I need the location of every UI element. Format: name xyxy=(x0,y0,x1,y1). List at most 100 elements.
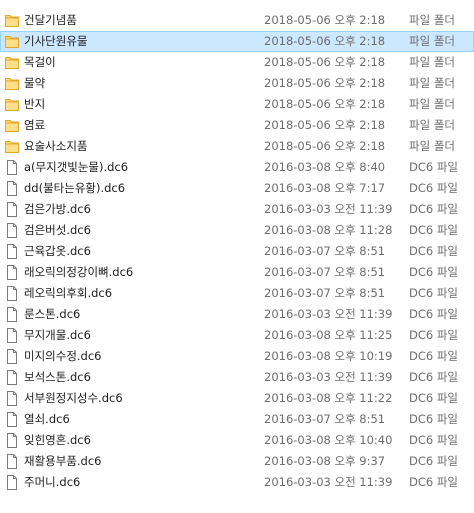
file-row[interactable]: 미지의수정.dc6 2016-03-08 오후 10:19 DC6 파일 xyxy=(0,346,474,367)
file-date-modified: 2016-03-08 오후 10:40 xyxy=(264,433,393,447)
file-icon xyxy=(5,328,19,343)
file-name: 건달기념품 xyxy=(24,13,77,27)
file-list: 건달기념품 2018-05-06 오후 2:18 파일 폴더 기사단원유물 20… xyxy=(0,10,474,493)
file-row[interactable]: 물약 2018-05-06 오후 2:18 파일 폴더 xyxy=(0,73,474,94)
folder-icon xyxy=(5,76,19,91)
file-type: 파일 폴더 xyxy=(409,139,455,153)
file-row[interactable]: a(무지갯빛눈물).dc6 2016-03-08 오후 8:40 DC6 파일 xyxy=(0,157,474,178)
file-type: 파일 폴더 xyxy=(409,97,455,111)
file-date-modified: 2018-05-06 오후 2:18 xyxy=(264,118,386,132)
file-icon xyxy=(5,286,19,301)
file-name: 염료 xyxy=(24,118,46,132)
folder-icon xyxy=(5,139,19,154)
file-name: 기사단원유물 xyxy=(24,34,88,48)
file-date-modified: 2016-03-08 오후 10:19 xyxy=(264,349,393,363)
file-date-modified: 2018-05-06 오후 2:18 xyxy=(264,13,386,27)
file-icon xyxy=(5,307,19,322)
file-name: 래오릭의정강이뼈.dc6 xyxy=(24,265,134,279)
file-row[interactable]: 레오릭의후회.dc6 2016-03-07 오후 8:51 DC6 파일 xyxy=(0,283,474,304)
file-row[interactable]: 잊힌영혼.dc6 2016-03-08 오후 10:40 DC6 파일 xyxy=(0,430,474,451)
file-icon xyxy=(5,349,19,364)
file-date-modified: 2016-03-07 오후 8:51 xyxy=(264,265,386,279)
file-date-modified: 2016-03-08 오후 11:25 xyxy=(264,328,393,342)
file-row[interactable]: 서부원정지성수.dc6 2016-03-08 오후 11:22 DC6 파일 xyxy=(0,388,474,409)
file-row[interactable]: 래오릭의정강이뼈.dc6 2016-03-07 오후 8:51 DC6 파일 xyxy=(0,262,474,283)
file-date-modified: 2016-03-03 오전 11:39 xyxy=(264,202,393,216)
file-type: DC6 파일 xyxy=(409,328,459,342)
file-date-modified: 2016-03-03 오전 11:39 xyxy=(264,475,393,489)
file-row[interactable]: 반지 2018-05-06 오후 2:18 파일 폴더 xyxy=(0,94,474,115)
file-date-modified: 2018-05-06 오후 2:18 xyxy=(264,55,386,69)
file-type: DC6 파일 xyxy=(409,307,459,321)
file-icon xyxy=(5,412,19,427)
file-type: DC6 파일 xyxy=(409,475,459,489)
file-row[interactable]: 재활용부품.dc6 2016-03-08 오후 9:37 DC6 파일 xyxy=(0,451,474,472)
file-icon xyxy=(5,202,19,217)
file-icon xyxy=(5,244,19,259)
file-type: DC6 파일 xyxy=(409,244,459,258)
file-type: 파일 폴더 xyxy=(409,118,455,132)
file-type: DC6 파일 xyxy=(409,223,459,237)
file-row[interactable]: 목걸이 2018-05-06 오후 2:18 파일 폴더 xyxy=(0,52,474,73)
file-icon xyxy=(5,160,19,175)
file-name: 근육갑옷.dc6 xyxy=(24,244,91,258)
file-name: 검은버섯.dc6 xyxy=(24,223,91,237)
file-type: DC6 파일 xyxy=(409,349,459,363)
file-type: DC6 파일 xyxy=(409,370,459,384)
file-date-modified: 2016-03-08 오후 11:28 xyxy=(264,223,393,237)
file-icon xyxy=(5,454,19,469)
file-icon xyxy=(5,265,19,280)
file-row[interactable]: 요술사소지품 2018-05-06 오후 2:18 파일 폴더 xyxy=(0,136,474,157)
file-row[interactable]: 열쇠.dc6 2016-03-07 오후 8:51 DC6 파일 xyxy=(0,409,474,430)
file-name: 재활용부품.dc6 xyxy=(24,454,102,468)
file-date-modified: 2016-03-08 오후 7:17 xyxy=(264,181,386,195)
file-name: 룬스톤.dc6 xyxy=(24,307,81,321)
file-name: 열쇠.dc6 xyxy=(24,412,70,426)
file-date-modified: 2016-03-07 오후 8:51 xyxy=(264,244,386,258)
file-row[interactable]: 근육갑옷.dc6 2016-03-07 오후 8:51 DC6 파일 xyxy=(0,241,474,262)
file-name: dd(불타는유황).dc6 xyxy=(24,181,126,195)
file-icon xyxy=(5,223,19,238)
file-date-modified: 2016-03-07 오후 8:51 xyxy=(264,412,386,426)
file-type: 파일 폴더 xyxy=(409,76,455,90)
file-date-modified: 2016-03-03 오전 11:39 xyxy=(264,370,393,384)
file-type: 파일 폴더 xyxy=(409,13,455,27)
file-type: DC6 파일 xyxy=(409,454,459,468)
file-date-modified: 2018-05-06 오후 2:18 xyxy=(264,97,386,111)
file-type: DC6 파일 xyxy=(409,181,459,195)
file-type: 파일 폴더 xyxy=(409,34,455,48)
file-name: 주머니.dc6 xyxy=(24,475,81,489)
file-row[interactable]: 염료 2018-05-06 오후 2:18 파일 폴더 xyxy=(0,115,474,136)
file-name: 목걸이 xyxy=(24,55,56,69)
file-date-modified: 2016-03-03 오전 11:39 xyxy=(264,307,393,321)
file-type: DC6 파일 xyxy=(409,265,459,279)
file-icon xyxy=(5,433,19,448)
file-name: 서부원정지성수.dc6 xyxy=(24,391,123,405)
file-type: DC6 파일 xyxy=(409,433,459,447)
file-icon xyxy=(5,370,19,385)
file-row[interactable]: 검은가방.dc6 2016-03-03 오전 11:39 DC6 파일 xyxy=(0,199,474,220)
file-row[interactable]: 기사단원유물 2018-05-06 오후 2:18 파일 폴더 xyxy=(0,31,474,52)
file-row[interactable]: 보석스톤.dc6 2016-03-03 오전 11:39 DC6 파일 xyxy=(0,367,474,388)
file-name: 반지 xyxy=(24,97,46,111)
folder-icon xyxy=(5,34,19,49)
file-type: DC6 파일 xyxy=(409,391,459,405)
file-type: DC6 파일 xyxy=(409,412,459,426)
file-date-modified: 2016-03-08 오후 11:22 xyxy=(264,391,393,405)
file-name: 무지개물.dc6 xyxy=(24,328,91,342)
file-row[interactable]: dd(불타는유황).dc6 2016-03-08 오후 7:17 DC6 파일 xyxy=(0,178,474,199)
file-date-modified: 2016-03-07 오후 8:51 xyxy=(264,286,386,300)
file-name: a(무지갯빛눈물).dc6 xyxy=(24,160,129,174)
file-name: 물약 xyxy=(24,76,46,90)
folder-icon xyxy=(5,97,19,112)
folder-icon xyxy=(5,118,19,133)
file-row[interactable]: 룬스톤.dc6 2016-03-03 오전 11:39 DC6 파일 xyxy=(0,304,474,325)
file-row[interactable]: 건달기념품 2018-05-06 오후 2:18 파일 폴더 xyxy=(0,10,474,31)
file-type: DC6 파일 xyxy=(409,202,459,216)
file-row[interactable]: 검은버섯.dc6 2016-03-08 오후 11:28 DC6 파일 xyxy=(0,220,474,241)
file-row[interactable]: 주머니.dc6 2016-03-03 오전 11:39 DC6 파일 xyxy=(0,472,474,493)
file-row[interactable]: 무지개물.dc6 2016-03-08 오후 11:25 DC6 파일 xyxy=(0,325,474,346)
file-icon xyxy=(5,391,19,406)
file-date-modified: 2018-05-06 오후 2:18 xyxy=(264,34,386,48)
file-icon xyxy=(5,181,19,196)
